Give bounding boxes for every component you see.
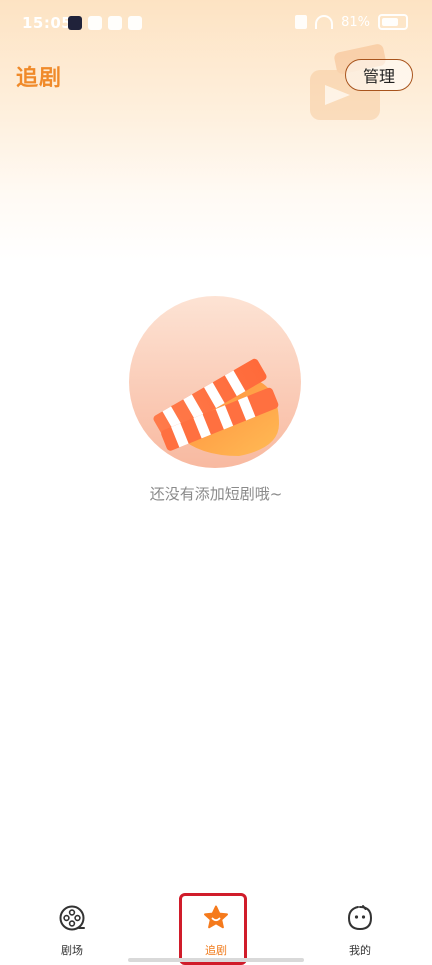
manage-button[interactable]: 管理: [345, 59, 413, 91]
nav-label-theater: 剧场: [61, 944, 83, 957]
nav-item-mine[interactable]: 我的: [320, 904, 400, 958]
notification-crown-icon: [108, 16, 122, 30]
home-indicator[interactable]: [128, 958, 304, 962]
page-title: 追剧: [16, 66, 63, 91]
empty-state-message: 还没有添加短剧哦~: [149, 485, 283, 503]
battery-percent: 81%: [341, 14, 370, 30]
nav-item-theater[interactable]: 剧场: [32, 904, 112, 958]
lock-icon: [295, 15, 308, 29]
status-notification-icons: [68, 16, 142, 30]
notification-check-icon: [88, 16, 102, 30]
film-reel-icon: [59, 905, 85, 931]
nav-label-mine: 我的: [349, 944, 371, 957]
highlight-annotation-box: [179, 893, 247, 965]
battery-icon: [378, 14, 408, 30]
empty-clapperboard-illustration: [129, 296, 301, 468]
wifi-icon: [315, 15, 334, 29]
notification-bag-icon: [128, 16, 142, 30]
status-system-icons: 81%: [295, 14, 408, 30]
status-time: 15:05: [22, 14, 73, 32]
notification-app-icon: [68, 16, 82, 30]
face-icon: [347, 905, 373, 931]
